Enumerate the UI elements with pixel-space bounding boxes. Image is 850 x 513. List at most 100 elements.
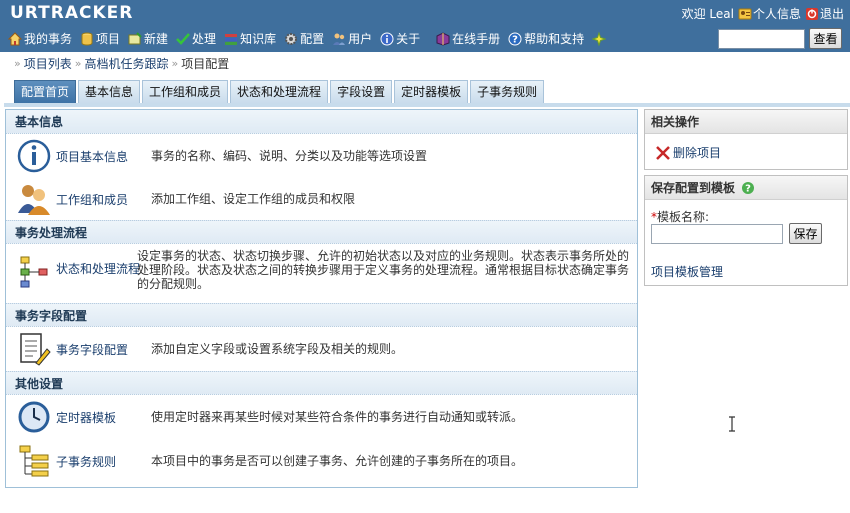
project-info-link[interactable]: 项目基本信息 [56,148,140,165]
nav-projects[interactable]: 项目 [80,30,120,47]
delete-x-icon [656,145,670,160]
config-panel: 基本信息 项目基本信息 事务的名称、编码、说明、分类以及功能等选项设置 工作组和… [5,109,638,488]
svg-text:?: ? [745,183,751,194]
config-row-timer: 定时器模板 使用定时器来再某些时候对某些符合条件的事务进行自动通知或转派。 [6,395,637,439]
search-input[interactable] [718,29,805,49]
fields-link[interactable]: 事务字段配置 [56,341,140,358]
workgroups-link[interactable]: 工作组和成员 [56,191,140,208]
tab-underline [4,103,850,107]
breadcrumb-separator: » [74,57,82,70]
clock-icon [18,401,50,433]
config-row-project-info: 项目基本信息 事务的名称、编码、说明、分类以及功能等选项设置 [6,134,637,178]
nav-my-tasks[interactable]: 我的事务 [8,30,72,47]
user-bar: 欢迎 Leal 个人信息 退出 [682,5,844,22]
nav-new[interactable]: 新建 [128,30,168,47]
logout-icon [805,7,818,20]
tab-field-settings[interactable]: 字段设置 [330,80,393,103]
user-card-icon [738,8,752,19]
personal-info-label: 个人信息 [752,7,801,21]
status-workflow-link[interactable]: 状态和处理流程 [56,260,140,278]
save-template-title: 保存配置到模板 [651,180,736,195]
help-icon[interactable]: ? [741,181,755,195]
workgroups-desc: 添加工作组、设定工作组的成员和权限 [151,192,356,206]
tab-basic-info[interactable]: 基本信息 [78,80,141,103]
nav-label: 在线手册 [452,32,501,46]
breadcrumb-project[interactable]: 高档机任务跟踪 [84,55,168,72]
welcome-text: 欢迎 Leal [681,7,734,21]
related-actions-header: 相关操作 [645,110,847,134]
breadcrumb-separator: » [14,57,21,70]
related-actions-title: 相关操作 [651,114,700,129]
tab-workgroups[interactable]: 工作组和成员 [142,80,229,103]
project-info-desc: 事务的名称、编码、说明、分类以及功能等选项设置 [151,149,428,163]
breadcrumb-project-list[interactable]: 项目列表 [24,55,72,72]
related-actions-panel: 相关操作 删除项目 [644,109,848,170]
new-icon [128,31,142,44]
nav-users[interactable]: 用户 [332,30,372,47]
team-icon [18,185,50,215]
svg-text:?: ? [512,34,518,45]
section-fields-header: 事务字段配置 [6,303,637,327]
subtask-rules-link[interactable]: 子事务规则 [56,453,140,470]
section-other-header: 其他设置 [6,371,637,395]
fields-desc: 添加自定义字段或设置系统字段及相关的规则。 [151,342,404,356]
manual-icon [436,31,450,46]
gear-icon [285,32,298,45]
template-name-label-row: *模板名称: [651,208,709,225]
nav-config[interactable]: 配置 [284,30,324,47]
app-header: URTRACKER 欢迎 Leal 个人信息 退出 我的事务 项目 新建 处理 … [0,0,850,52]
delete-project-link[interactable]: 删除项目 [655,144,721,161]
app-logo: URTRACKER [10,3,134,23]
nav-label: 项目 [96,32,121,46]
status-workflow-desc: 设定事务的状态、状态切换步骤、允许的初始状态以及对应的业务规则。状态表示事务所处… [137,249,630,291]
template-name-input[interactable] [651,224,783,244]
breadcrumb: » 项目列表 » 高档机任务跟踪 » 项目配置 [14,55,229,72]
timer-template-link[interactable]: 定时器模板 [56,409,140,426]
nav-extra[interactable] [592,31,607,46]
personal-info-link[interactable]: 个人信息 [738,5,801,22]
template-manage-link[interactable]: 项目模板管理 [651,263,723,280]
section-workflow-header: 事务处理流程 [6,220,637,244]
template-name-label: 模板名称: [657,210,710,224]
nav-about[interactable]: 关于 [380,30,420,47]
main-nav: 我的事务 项目 新建 处理 知识库 配置 用户 关于 在线手册 ? 帮助和支持 [8,30,607,47]
logout-label: 退出 [819,7,844,21]
nav-process[interactable]: 处理 [176,30,216,47]
config-tabs: 配置首页 基本信息 工作组和成员 状态和处理流程 字段设置 定时器模板 子事务规… [14,80,545,103]
workflow-icon [20,256,48,288]
tree-icon [19,445,49,477]
breadcrumb-current: 项目配置 [181,57,230,71]
tab-subtask-rules[interactable]: 子事务规则 [470,80,545,103]
nav-label: 帮助和支持 [524,32,585,46]
logout-link[interactable]: 退出 [805,5,844,22]
config-row-subtask: 子事务规则 本项目中的事务是否可以创建子事务、允许创建的子事务所在的项目。 [6,439,637,483]
form-edit-icon [20,333,51,366]
nav-label: 新建 [144,32,169,46]
save-template-panel: 保存配置到模板 ? *模板名称: 保存 项目模板管理 [644,175,848,286]
nav-label: 处理 [192,32,217,46]
info-circle-icon [17,139,51,173]
config-row-fields: 事务字段配置 添加自定义字段或设置系统字段及相关的规则。 [6,327,637,371]
config-row-workgroups: 工作组和成员 添加工作组、设定工作组的成员和权限 [6,178,637,220]
check-icon [176,32,190,45]
config-row-status-workflow: 状态和处理流程 设定事务的状态、状态切换步骤、允许的初始状态以及对应的业务规则。… [6,244,637,303]
tab-timer-templates[interactable]: 定时器模板 [394,80,469,103]
nav-label: 知识库 [240,32,277,46]
info-icon [380,32,394,45]
save-template-button[interactable]: 保存 [789,223,822,244]
users-icon [333,33,346,45]
help-icon: ? [508,32,522,45]
database-icon [81,32,93,45]
home-icon [8,31,22,45]
nav-online-manual[interactable]: 在线手册 [436,30,500,47]
nav-label: 配置 [300,32,325,46]
nav-help[interactable]: ? 帮助和支持 [508,30,584,47]
text-cursor-icon [729,416,735,432]
nav-label: 用户 [348,32,373,46]
tab-config-home[interactable]: 配置首页 [14,80,77,103]
search-button[interactable]: 查看 [809,28,842,49]
tab-status-workflow[interactable]: 状态和处理流程 [230,80,329,103]
nav-label: 我的事务 [24,32,73,46]
nav-knowledge[interactable]: 知识库 [224,30,276,47]
save-template-header: 保存配置到模板 ? [645,176,847,200]
